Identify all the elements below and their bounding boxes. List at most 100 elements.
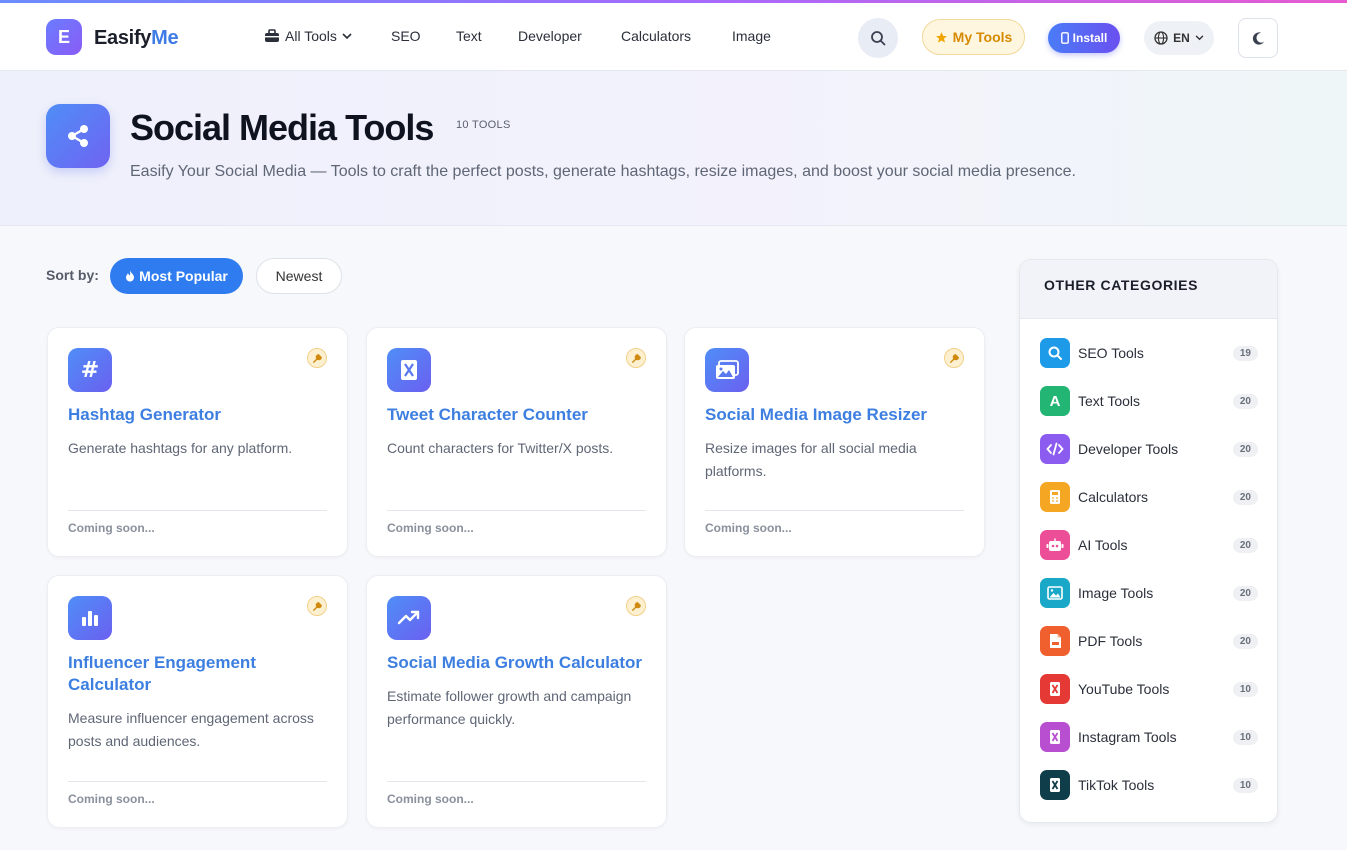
nav-item-image[interactable]: Image — [732, 28, 771, 44]
wrench-icon — [944, 348, 964, 368]
sort-most-popular-label: Most Popular — [139, 268, 228, 284]
tool-card-hashtag-generator[interactable]: # Hashtag Generator Generate hashtags fo… — [47, 327, 348, 557]
category-hero: Social Media Tools 10 TOOLS Easify Your … — [0, 71, 1347, 226]
tool-title[interactable]: Tweet Character Counter — [387, 404, 647, 426]
theme-toggle-button[interactable] — [1238, 18, 1278, 58]
images-icon — [705, 348, 749, 392]
category-count-badge: 20 — [1232, 489, 1258, 505]
language-selector[interactable]: EN — [1144, 21, 1214, 55]
logo-text[interactable]: EasifyMe — [94, 27, 179, 50]
category-label: PDF Tools — [1078, 633, 1143, 649]
image-icon — [1040, 578, 1070, 608]
category-item-text[interactable]: A Text Tools 20 — [1040, 386, 1258, 416]
category-item-calculators[interactable]: Calculators 20 — [1040, 482, 1258, 512]
sort-newest-button[interactable]: Newest — [256, 258, 342, 294]
page-title: Social Media Tools — [130, 107, 434, 148]
moon-icon — [1252, 31, 1264, 45]
tool-status: Coming soon... — [705, 521, 792, 535]
trend-up-icon — [387, 596, 431, 640]
globe-icon — [1154, 31, 1168, 45]
category-count-badge: 10 — [1232, 729, 1258, 745]
category-label: Calculators — [1078, 489, 1149, 505]
nav-all-tools-label: All Tools — [285, 28, 337, 44]
category-count-badge: 10 — [1232, 681, 1258, 697]
toolbox-icon — [265, 29, 279, 42]
search-icon — [871, 31, 886, 46]
instagram-icon — [1040, 722, 1070, 752]
tool-description: Resize images for all social media platf… — [705, 440, 917, 479]
bar-chart-icon — [68, 596, 112, 640]
card-divider — [705, 510, 964, 511]
category-count-badge: 20 — [1232, 393, 1258, 409]
tool-title[interactable]: Social Media Image Resizer — [705, 404, 965, 426]
x-logo-icon — [387, 348, 431, 392]
tool-card-tweet-character-counter[interactable]: Tweet Character Counter Count characters… — [366, 327, 667, 557]
card-divider — [387, 510, 646, 511]
wrench-icon — [307, 348, 327, 368]
chevron-down-icon — [1195, 35, 1204, 41]
category-item-pdf[interactable]: PDF Tools 20 — [1040, 626, 1258, 656]
wrench-icon — [626, 596, 646, 616]
other-categories-panel: OTHER CATEGORIES SEO Tools 19 A Text Too… — [1019, 259, 1278, 823]
category-item-image[interactable]: Image Tools 20 — [1040, 578, 1258, 608]
pdf-icon — [1040, 626, 1070, 656]
tool-card-growth-calculator[interactable]: Social Media Growth Calculator Estimate … — [366, 575, 667, 828]
category-item-instagram[interactable]: Instagram Tools 10 — [1040, 722, 1258, 752]
tool-status: Coming soon... — [387, 521, 474, 535]
category-count-badge: 20 — [1232, 633, 1258, 649]
search-button[interactable] — [858, 18, 898, 58]
sort-most-popular-button[interactable]: Most Popular — [110, 258, 243, 294]
tool-status: Coming soon... — [387, 792, 474, 806]
category-label: Instagram Tools — [1078, 729, 1177, 745]
star-icon — [935, 31, 947, 43]
nav-all-tools[interactable]: All Tools — [264, 28, 352, 44]
install-label: Install — [1072, 31, 1108, 45]
category-item-tiktok[interactable]: TikTok Tools 10 — [1040, 770, 1258, 800]
page-description: Easify Your Social Media — Tools to craf… — [130, 163, 1076, 180]
my-tools-label: My Tools — [952, 29, 1013, 45]
category-count-badge: 19 — [1232, 345, 1258, 361]
tiktok-icon — [1040, 770, 1070, 800]
category-count-badge: 20 — [1232, 537, 1258, 553]
card-divider — [68, 781, 327, 782]
other-categories-title: OTHER CATEGORIES — [1020, 260, 1277, 319]
category-item-youtube[interactable]: YouTube Tools 10 — [1040, 674, 1258, 704]
code-icon — [1040, 434, 1070, 464]
my-tools-button[interactable]: My Tools — [922, 19, 1025, 55]
seo-search-icon — [1040, 338, 1070, 368]
category-item-ai[interactable]: AI Tools 20 — [1040, 530, 1258, 560]
share-icon — [46, 104, 110, 168]
tool-title[interactable]: Influencer Engagement Calculator — [68, 652, 328, 696]
nav-item-text[interactable]: Text — [456, 28, 482, 44]
tool-description: Count characters for Twitter/X posts. — [387, 440, 614, 456]
category-item-seo[interactable]: SEO Tools 19 — [1040, 338, 1258, 368]
nav-item-developer[interactable]: Developer — [518, 28, 582, 44]
nav-item-calculators[interactable]: Calculators — [621, 28, 691, 44]
logo-icon[interactable]: E — [46, 19, 82, 55]
category-item-developer[interactable]: Developer Tools 20 — [1040, 434, 1258, 464]
card-divider — [68, 510, 327, 511]
language-label: EN — [1173, 31, 1190, 45]
mobile-icon — [1060, 32, 1069, 44]
tool-description: Generate hashtags for any platform. — [68, 440, 293, 456]
category-label: SEO Tools — [1078, 345, 1144, 361]
install-button[interactable]: Install — [1048, 23, 1120, 53]
tool-card-influencer-engagement[interactable]: Influencer Engagement Calculator Measure… — [47, 575, 348, 828]
tool-status: Coming soon... — [68, 521, 155, 535]
text-a-icon: A — [1040, 386, 1070, 416]
category-label: AI Tools — [1078, 537, 1128, 553]
tool-title[interactable]: Hashtag Generator — [68, 404, 328, 426]
category-count-badge: 20 — [1232, 585, 1258, 601]
wrench-icon — [626, 348, 646, 368]
card-divider — [387, 781, 646, 782]
category-count-badge: 10 — [1232, 777, 1258, 793]
category-label: Text Tools — [1078, 393, 1140, 409]
tool-status: Coming soon... — [68, 792, 155, 806]
tool-title[interactable]: Social Media Growth Calculator — [387, 652, 647, 674]
nav-item-seo[interactable]: SEO — [391, 28, 421, 44]
tool-description: Measure influencer engagement across pos… — [68, 710, 314, 749]
chevron-down-icon — [342, 32, 352, 39]
tool-description: Estimate follower growth and campaign pe… — [387, 688, 632, 727]
tool-card-image-resizer[interactable]: Social Media Image Resizer Resize images… — [684, 327, 985, 557]
youtube-icon — [1040, 674, 1070, 704]
